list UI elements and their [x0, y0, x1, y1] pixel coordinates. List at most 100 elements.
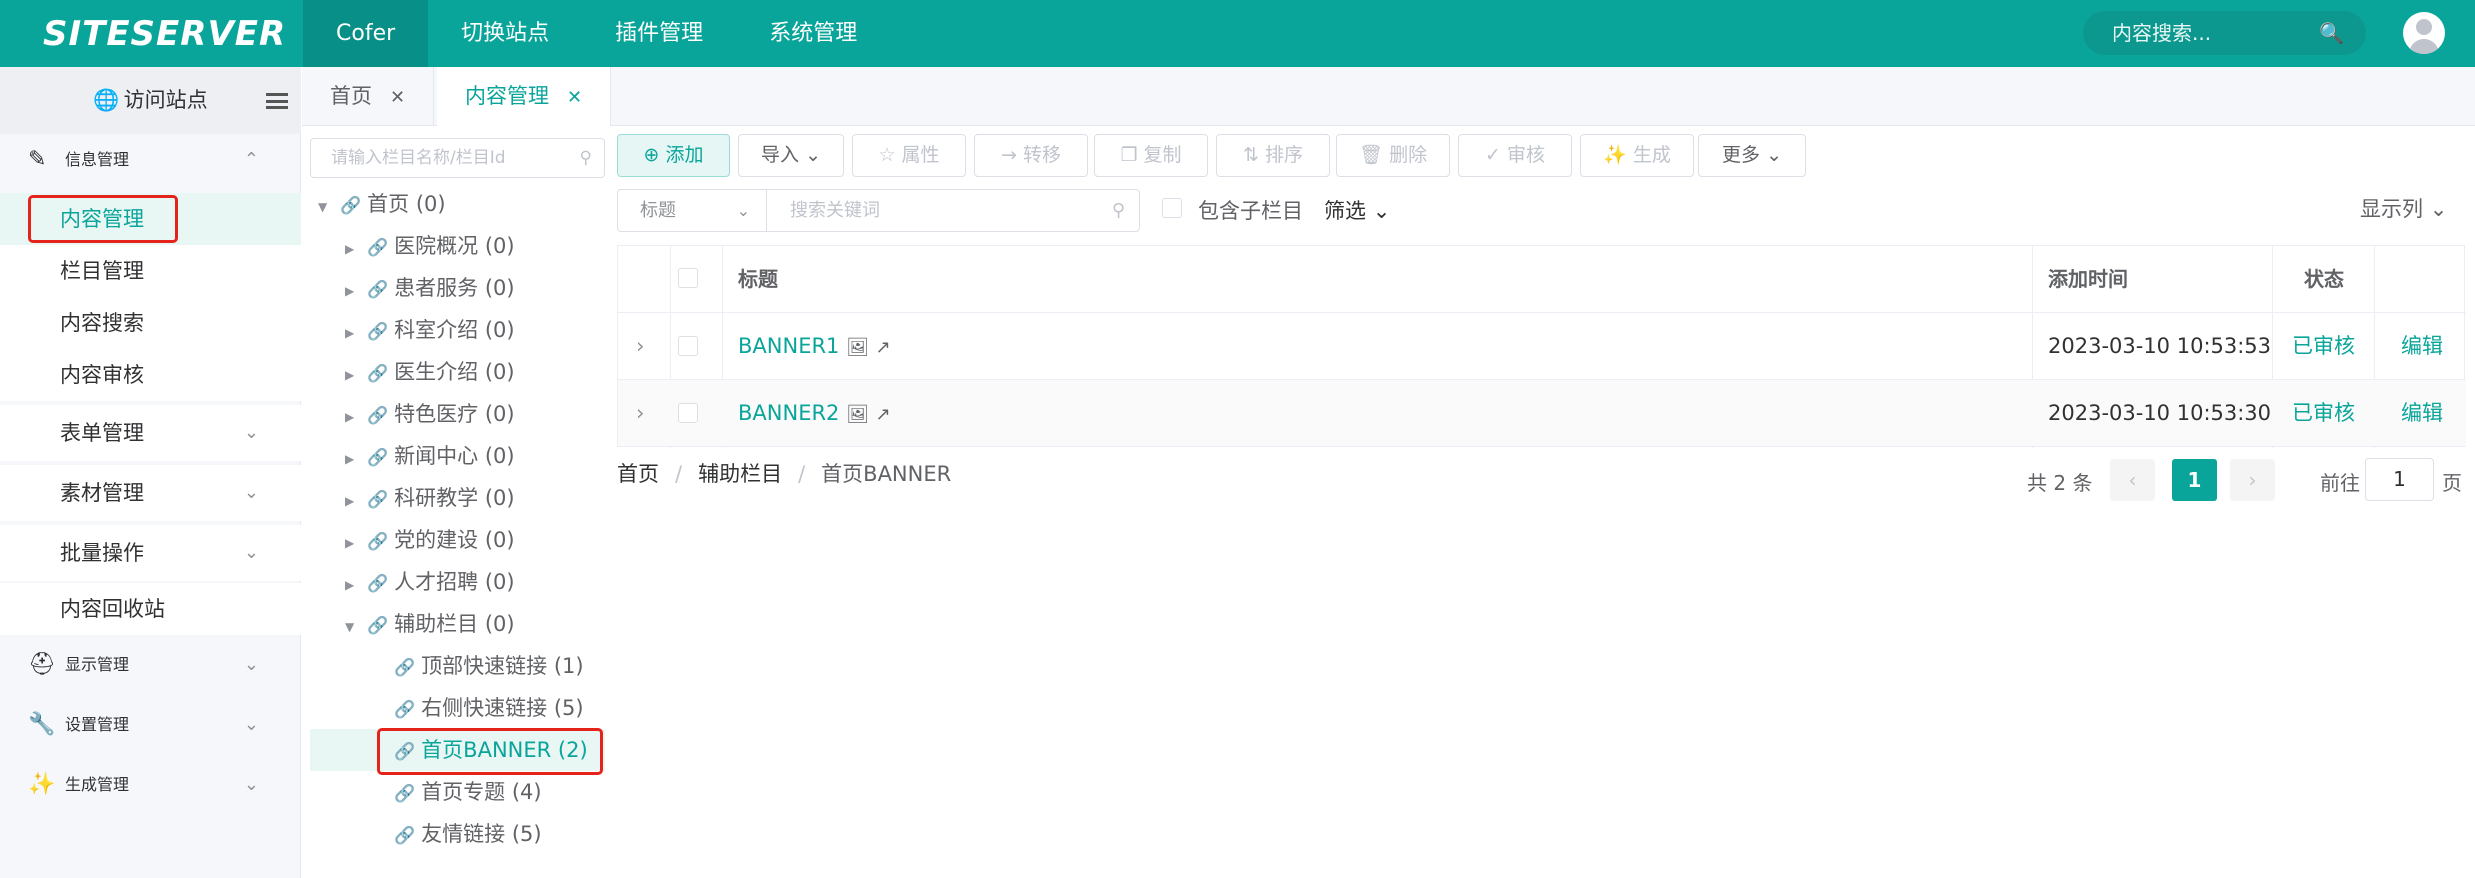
add-button[interactable]: ⊕ 添加 — [617, 134, 730, 177]
close-icon[interactable]: ✕ — [390, 87, 405, 108]
table-row[interactable]: › BANNER1 🖼 ↗ 2023-03-10 10:53:53 已审核 编辑 — [618, 313, 2466, 380]
sidebar: 🌐 访问站点 ✎ 信息管理 ⌃ 内容管理 栏目管理 内容搜索 内容审核 表单管理 ⌄… — [0, 67, 301, 878]
tree-node-root[interactable]: ▼ 🔗 首页 (0) — [318, 183, 446, 225]
sidebar-item-recycle[interactable]: 内容回收站 — [0, 583, 301, 635]
sidebar-item-batch[interactable]: 批量操作 ⌄ — [0, 525, 301, 581]
avatar[interactable] — [2403, 12, 2445, 54]
row-edit-link[interactable]: 编辑 — [2401, 380, 2443, 447]
expand-icon[interactable]: › — [636, 380, 644, 447]
keyword-placeholder: 搜索关键词 — [790, 200, 880, 221]
tree-node[interactable]: ▶ 🔗 科研教学 (0) — [345, 477, 515, 519]
columns-dropdown[interactable]: 显示列 ⌄ — [2360, 193, 2447, 223]
tree-node[interactable]: 🔗 首页专题 (4) — [372, 771, 542, 813]
channel-search-input[interactable]: 请输入栏目名称/栏目Id ⚲ — [310, 138, 605, 178]
row-title-link[interactable]: BANNER1 🖼 ↗ — [738, 313, 891, 380]
breadcrumb-item-home[interactable]: 首页 — [617, 462, 659, 486]
tree-node[interactable]: ▶ 🔗 特色医疗 (0) — [345, 393, 515, 435]
sidebar-item-content-search[interactable]: 内容搜索 — [0, 297, 301, 349]
table-row[interactable]: › BANNER2 🖼 ↗ 2023-03-10 10:53:30 已审核 编辑 — [618, 380, 2466, 447]
caret-right-icon[interactable]: ▶ — [345, 270, 367, 312]
sort-button[interactable]: ⇅ 排序 — [1216, 134, 1330, 177]
tree-node[interactable]: ▶ 🔗 党的建设 (0) — [345, 519, 515, 561]
chevron-down-icon: ⌄ — [243, 654, 259, 675]
header-added-time[interactable]: 添加时间 — [2048, 246, 2128, 313]
search-field-value: 标题 — [640, 200, 676, 221]
attributes-button[interactable]: ☆ 属性 — [852, 134, 966, 177]
caret-right-icon[interactable]: ▶ — [345, 480, 367, 522]
search-icon[interactable]: ⚲ — [1112, 190, 1125, 231]
caret-right-icon[interactable]: ▶ — [345, 228, 367, 270]
caret-right-icon[interactable]: ▶ — [345, 396, 367, 438]
visit-site-button[interactable]: 🌐 访问站点 — [0, 67, 301, 134]
row-status[interactable]: 已审核 — [2292, 380, 2355, 447]
menu-toggle-icon[interactable] — [266, 93, 288, 109]
row-checkbox[interactable] — [678, 336, 698, 356]
move-button[interactable]: → 转移 — [974, 134, 1088, 177]
keyword-input[interactable]: 搜索关键词 ⚲ — [766, 189, 1140, 232]
tree-node[interactable]: 🔗 右侧快速链接 (5) — [372, 687, 584, 729]
select-all-checkbox[interactable] — [678, 268, 698, 288]
tab-content-manage[interactable]: 内容管理 ✕ — [437, 67, 612, 126]
link-icon: 🔗 — [394, 826, 416, 846]
breadcrumb-item-aux[interactable]: 辅助栏目 — [698, 462, 782, 486]
caret-right-icon[interactable]: ▶ — [345, 312, 367, 354]
row-checkbox[interactable] — [678, 403, 698, 423]
tree-node[interactable]: ▶ 🔗 医生介绍 (0) — [345, 351, 515, 393]
next-page-button[interactable]: › — [2230, 459, 2275, 501]
caret-right-icon[interactable]: ▶ — [345, 522, 367, 564]
tree-node[interactable]: ▼ 🔗 辅助栏目 (0) — [345, 603, 515, 645]
close-icon[interactable]: ✕ — [567, 87, 582, 108]
caret-right-icon[interactable]: ▶ — [345, 438, 367, 480]
tree-node-label: 友情链接 (5) — [421, 822, 542, 846]
header-title[interactable]: 标题 — [738, 246, 778, 313]
audit-button[interactable]: ✓ 审核 — [1458, 134, 1572, 177]
tree-node[interactable]: ▶ 🔗 科室介绍 (0) — [345, 309, 515, 351]
menu-group-info[interactable]: ✎ 信息管理 ⌃ — [0, 134, 301, 186]
search-field-select[interactable]: 标题 ⌄ — [617, 189, 767, 232]
caret-right-icon[interactable]: ▶ — [345, 354, 367, 396]
row-edit-link[interactable]: 编辑 — [2401, 313, 2443, 380]
tab-home[interactable]: 首页 ✕ — [302, 67, 435, 126]
external-link-icon[interactable]: ↗ — [876, 337, 891, 358]
sidebar-item-forms[interactable]: 表单管理 ⌄ — [0, 405, 301, 461]
logo: SITESERVER — [43, 14, 287, 54]
content-search-input[interactable]: 内容搜索... 🔍 — [2083, 11, 2366, 55]
nav-switch-site[interactable]: 切换站点 — [428, 0, 582, 67]
sidebar-item-channel-manage[interactable]: 栏目管理 — [0, 245, 301, 297]
tree-node[interactable]: 🔗 顶部快速链接 (1) — [372, 645, 584, 687]
goto-page-input[interactable]: 1 — [2365, 458, 2434, 501]
nav-plugins[interactable]: 插件管理 — [582, 0, 736, 67]
prev-page-button[interactable]: ‹ — [2110, 459, 2155, 501]
menu-group-generate[interactable]: ✨ 生成管理 ⌄ — [0, 757, 301, 813]
row-title-link[interactable]: BANNER2 🖼 ↗ — [738, 380, 891, 447]
import-button[interactable]: 导入 ⌄ — [738, 134, 844, 177]
sidebar-item-content-audit[interactable]: 内容审核 — [0, 349, 301, 401]
filter-dropdown[interactable]: 筛选 ⌄ — [1324, 195, 1390, 225]
expand-icon[interactable]: › — [636, 313, 644, 380]
more-button[interactable]: 更多 ⌄ — [1698, 134, 1806, 177]
include-children-checkbox[interactable] — [1162, 198, 1182, 218]
tree-node[interactable]: ▶ 🔗 患者服务 (0) — [345, 267, 515, 309]
search-icon[interactable]: ⚲ — [580, 139, 592, 177]
row-status[interactable]: 已审核 — [2292, 313, 2355, 380]
page-number-current[interactable]: 1 — [2172, 459, 2217, 501]
tree-node[interactable]: ▶ 🔗 人才招聘 (0) — [345, 561, 515, 603]
caret-down-icon[interactable]: ▼ — [318, 186, 340, 228]
menu-group-display[interactable]: ⛑ 显示管理 ⌄ — [0, 637, 301, 693]
tree-node[interactable]: ▶ 🔗 医院概况 (0) — [345, 225, 515, 267]
delete-button[interactable]: 🗑 删除 — [1336, 134, 1450, 177]
search-icon[interactable]: 🔍 — [2319, 11, 2344, 55]
menu-group-settings[interactable]: 🔧 设置管理 ⌄ — [0, 697, 301, 753]
nav-site-cofer[interactable]: Cofer — [303, 0, 429, 67]
tree-node[interactable]: ▶ 🔗 新闻中心 (0) — [345, 435, 515, 477]
generate-button[interactable]: ✨ 生成 — [1580, 134, 1694, 177]
copy-button[interactable]: ❐ 复制 — [1094, 134, 1208, 177]
tree-node[interactable]: 🔗 友情链接 (5) — [372, 813, 542, 855]
import-label: 导入 — [761, 144, 800, 166]
link-icon: 🔗 — [367, 616, 389, 636]
nav-system[interactable]: 系统管理 — [736, 0, 890, 67]
sidebar-item-materials[interactable]: 素材管理 ⌄ — [0, 465, 301, 521]
external-link-icon[interactable]: ↗ — [876, 404, 891, 425]
caret-down-icon[interactable]: ▼ — [345, 606, 367, 648]
caret-right-icon[interactable]: ▶ — [345, 564, 367, 606]
